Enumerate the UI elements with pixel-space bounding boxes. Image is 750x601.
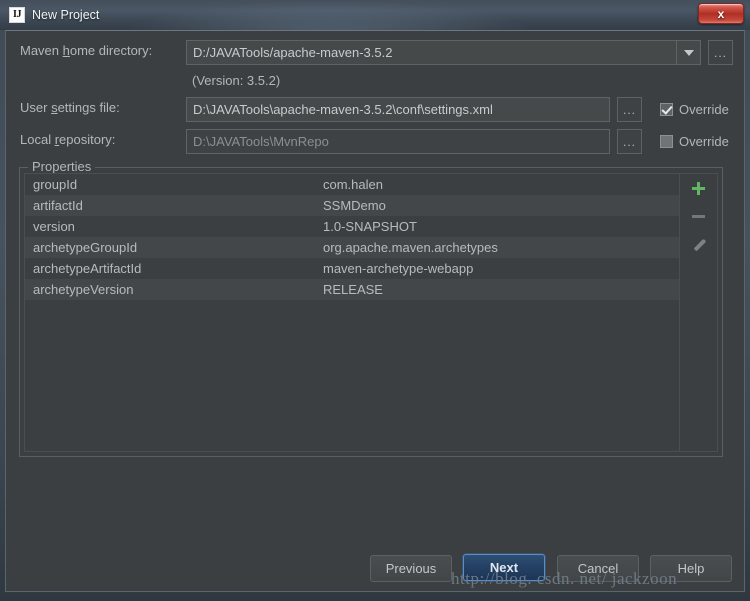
maven-home-label-row: Maven home directory: — [20, 43, 152, 58]
edit-property-button[interactable] — [688, 235, 710, 254]
window-frame: IJ New Project x Maven home directory: D… — [0, 0, 750, 601]
property-value: 1.0-SNAPSHOT — [323, 219, 417, 234]
properties-toolbar — [679, 174, 717, 451]
cancel-button[interactable]: Cancel — [557, 555, 639, 582]
property-value: maven-archetype-webapp — [323, 261, 474, 276]
title-bar: IJ New Project x — [0, 0, 750, 30]
user-settings-field-row: D:\JAVATools\apache-maven-3.5.2\conf\set… — [186, 97, 729, 122]
local-repository-browse-button[interactable]: ... — [617, 129, 642, 154]
table-row[interactable]: version 1.0-SNAPSHOT — [25, 216, 679, 237]
table-row[interactable]: archetypeArtifactId maven-archetype-weba… — [25, 258, 679, 279]
property-key: version — [33, 219, 75, 234]
properties-panel: groupId com.halen artifactId SSMDemo ver… — [24, 173, 718, 452]
maven-home-label: Maven home directory: — [20, 43, 153, 58]
title-bar-glow — [120, 0, 540, 30]
property-value: org.apache.maven.archetypes — [323, 240, 498, 255]
user-settings-override-checkbox[interactable]: Override — [660, 102, 729, 117]
property-key: archetypeGroupId — [33, 240, 138, 255]
next-button[interactable]: Next — [463, 554, 545, 581]
properties-legend: Properties — [28, 159, 96, 174]
table-row[interactable]: archetypeGroupId org.apache.maven.archet… — [25, 237, 679, 258]
properties-table[interactable]: groupId com.halen artifactId SSMDemo ver… — [25, 174, 679, 451]
local-repository-label: Local repository: — [20, 132, 116, 147]
window-title: New Project — [32, 8, 100, 22]
plus-icon — [692, 182, 705, 195]
title-bar-left: IJ New Project — [9, 0, 99, 30]
maven-home-browse-button[interactable]: ... — [708, 40, 733, 65]
property-value: SSMDemo — [323, 198, 386, 213]
table-row[interactable]: archetypeVersion RELEASE — [25, 279, 679, 300]
checkbox-checked-icon — [660, 103, 673, 116]
property-key: artifactId — [33, 198, 83, 213]
checkbox-unchecked-icon — [660, 135, 673, 148]
chevron-down-icon[interactable] — [677, 40, 701, 65]
table-row[interactable]: artifactId SSMDemo — [25, 195, 679, 216]
property-key: groupId — [33, 177, 78, 192]
user-settings-override-label: Override — [679, 102, 729, 117]
add-property-button[interactable] — [688, 179, 710, 198]
pencil-icon — [692, 238, 706, 252]
properties-group: Properties groupId com.halen artifactId … — [19, 159, 723, 457]
maven-version-note-row: (Version: 3.5.2) — [192, 73, 280, 88]
local-repository-label-row: Local repository: — [20, 132, 115, 147]
new-project-dialog: IJ New Project x Maven home directory: D… — [0, 0, 750, 601]
help-button[interactable]: Help — [650, 555, 732, 582]
maven-home-input[interactable]: D:/JAVATools/apache-maven-3.5.2 — [186, 40, 677, 65]
user-settings-input[interactable]: D:\JAVATools\apache-maven-3.5.2\conf\set… — [186, 97, 610, 122]
intellij-idea-icon: IJ — [9, 7, 25, 23]
local-repository-override-checkbox[interactable]: Override — [660, 134, 729, 149]
chevron-down-glyph — [683, 49, 694, 56]
minus-icon — [692, 215, 705, 218]
user-settings-label: User settings file: — [20, 100, 120, 115]
property-key: archetypeVersion — [33, 282, 134, 297]
property-key: archetypeArtifactId — [33, 261, 142, 276]
table-row[interactable]: groupId com.halen — [25, 174, 679, 195]
user-settings-label-row: User settings file: — [20, 100, 120, 115]
previous-button[interactable]: Previous — [370, 555, 452, 582]
local-repository-override-label: Override — [679, 134, 729, 149]
remove-property-button[interactable] — [688, 207, 710, 226]
local-repository-field-row: D:\JAVATools\MvnRepo ... Override — [186, 129, 729, 154]
user-settings-browse-button[interactable]: ... — [617, 97, 642, 122]
maven-version-note: (Version: 3.5.2) — [192, 73, 281, 88]
property-value: RELEASE — [323, 282, 383, 297]
dialog-content: Maven home directory: D:/JAVATools/apach… — [5, 30, 745, 592]
local-repository-input[interactable]: D:\JAVATools\MvnRepo — [186, 129, 610, 154]
maven-home-field-row: D:/JAVATools/apache-maven-3.5.2 ... — [186, 40, 733, 65]
close-icon[interactable]: x — [698, 3, 744, 24]
property-value: com.halen — [323, 177, 383, 192]
